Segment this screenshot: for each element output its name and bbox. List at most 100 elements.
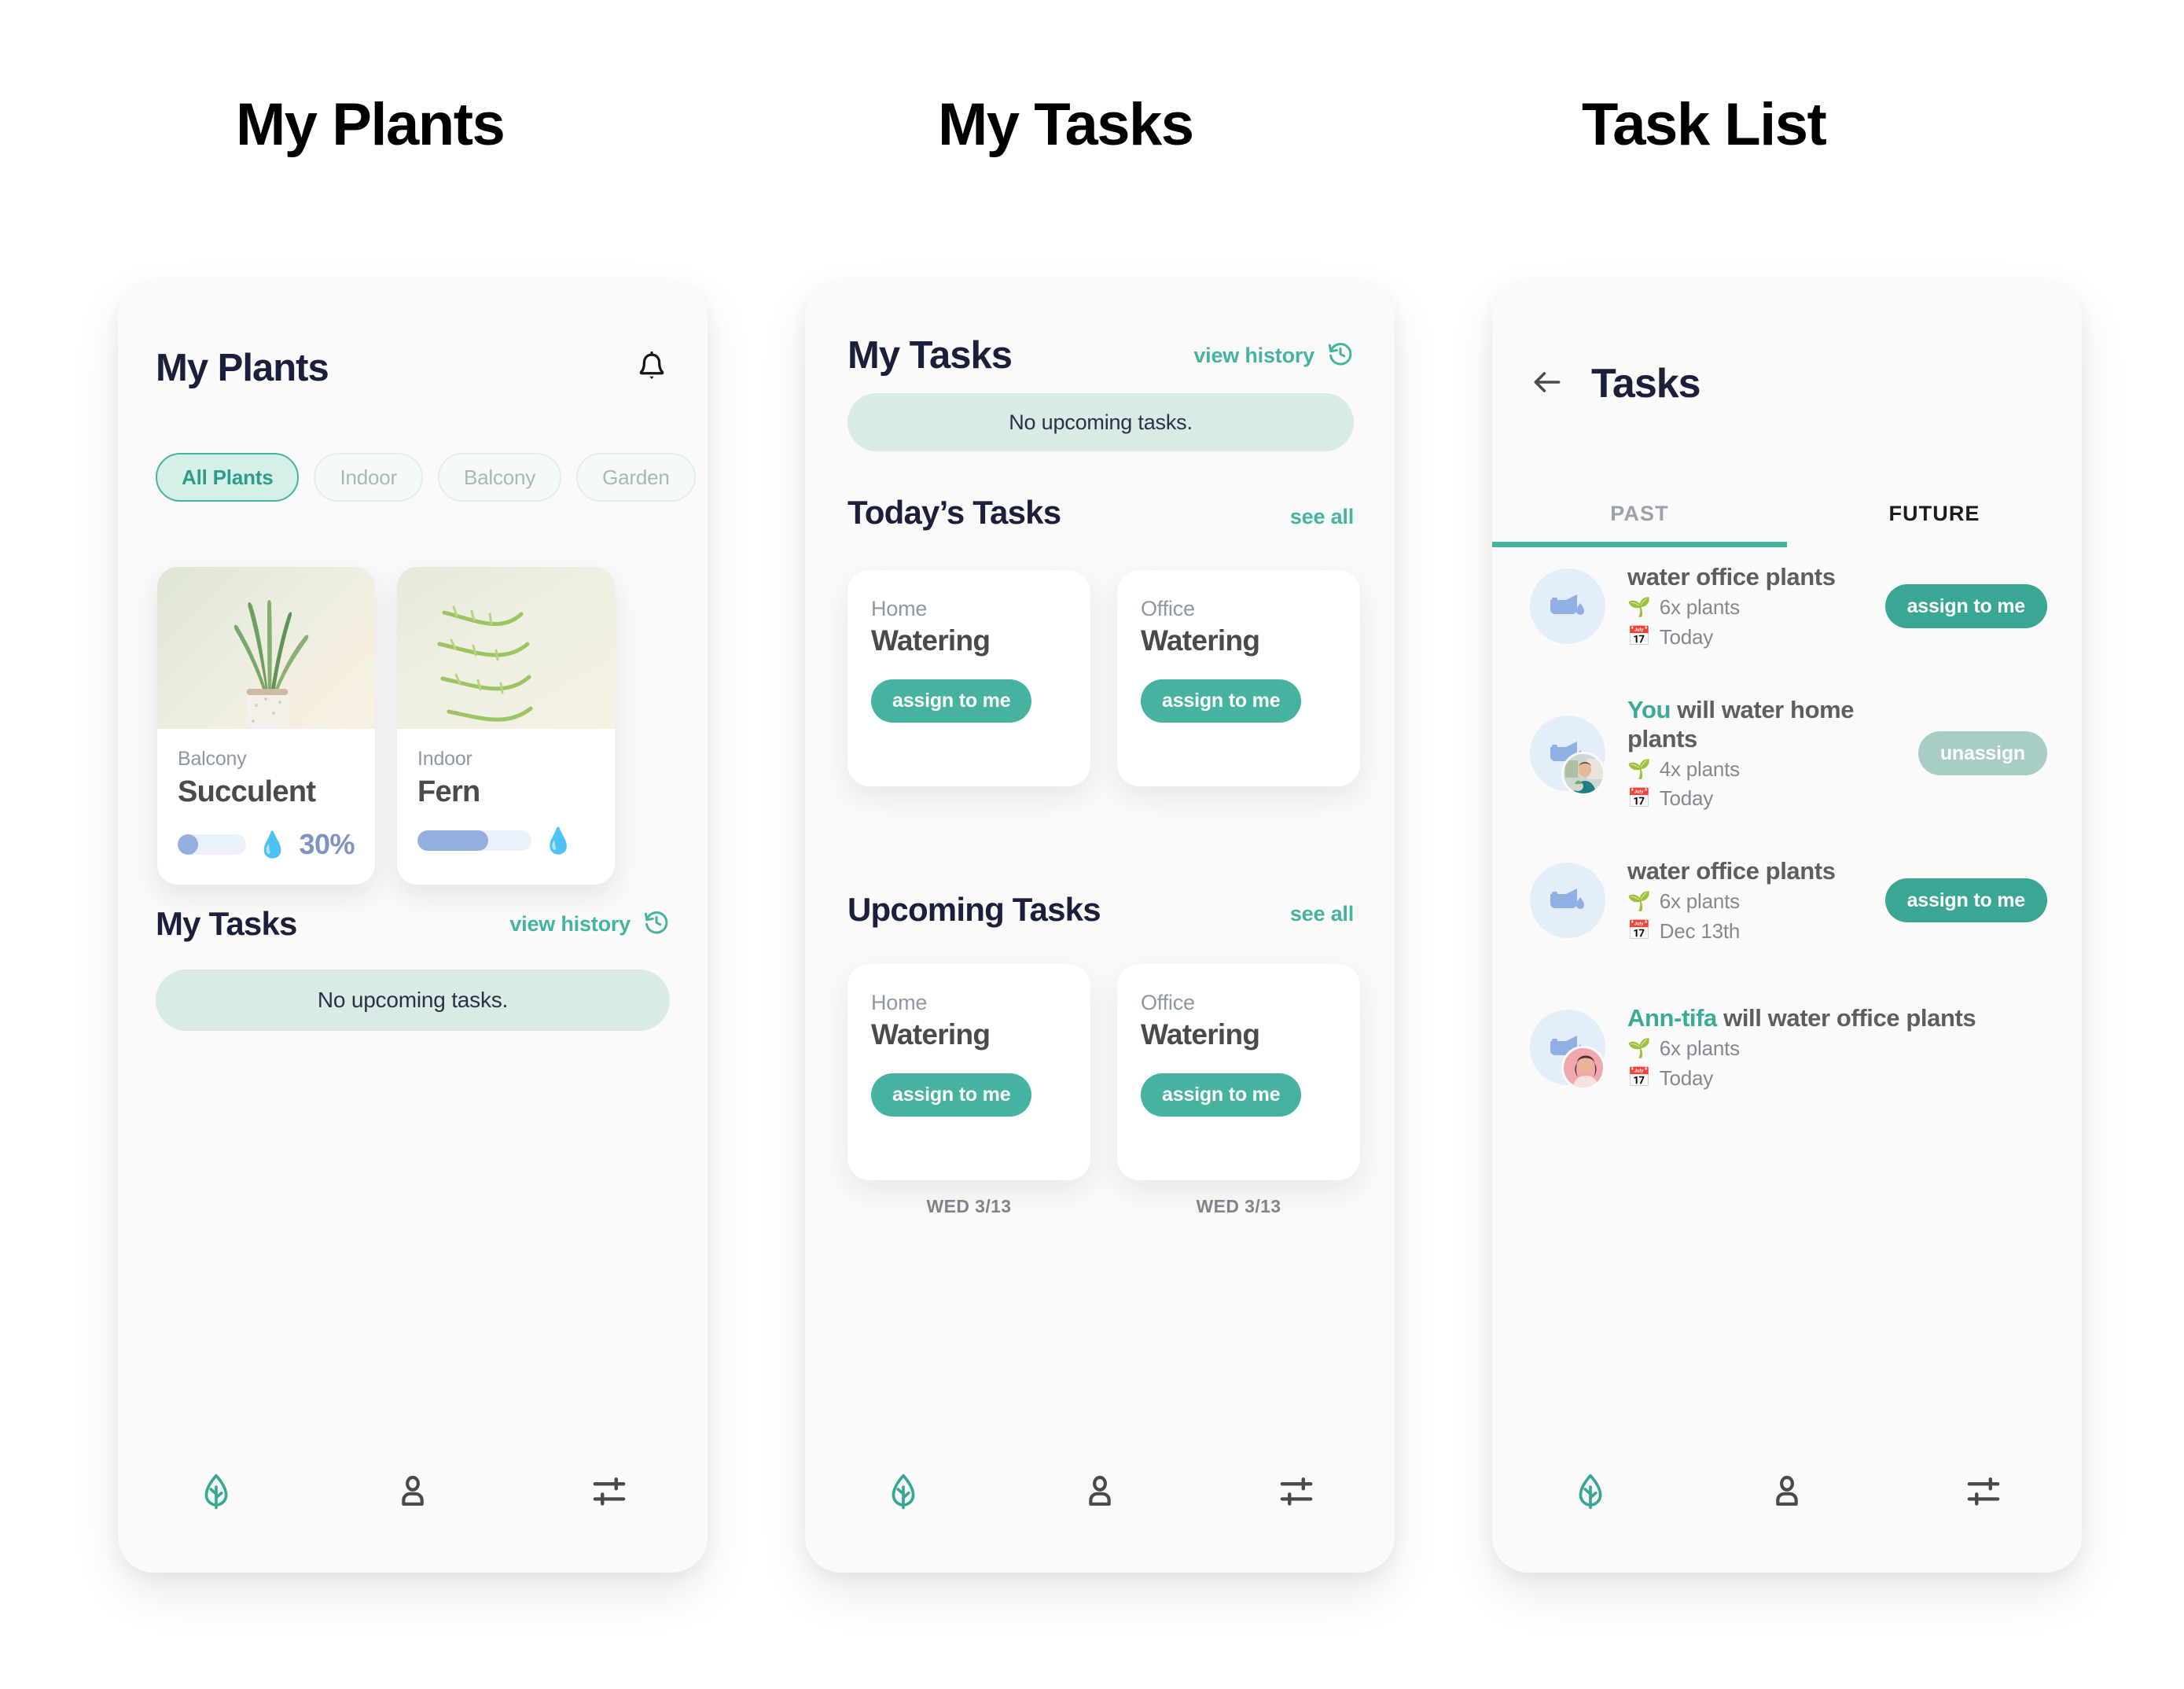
column-title-task-list: Task List <box>1582 91 1827 158</box>
nav-sliders-icon[interactable] <box>1269 1464 1324 1519</box>
plant-photo-fern <box>397 567 615 729</box>
nav-leaf-icon[interactable] <box>1563 1464 1618 1519</box>
plant-location: Indoor <box>417 748 472 770</box>
chip-indoor[interactable]: Indoor <box>314 453 424 502</box>
assign-to-me-button[interactable]: assign to me <box>1141 679 1302 723</box>
plant-count-label: 6x plants <box>1659 595 1740 620</box>
task-card[interactable]: Office Watering assign to me <box>1117 570 1360 786</box>
view-history-button[interactable]: view history <box>509 909 670 940</box>
chip-garden[interactable]: Garden <box>576 453 696 502</box>
page-title: My Tasks <box>847 334 1013 377</box>
nav-person-icon[interactable] <box>385 1464 440 1519</box>
task-date-label: Dec 13th <box>1659 918 1741 943</box>
task-date: WED 3/13 <box>926 1196 1012 1216</box>
assign-to-me-button[interactable]: assign to me <box>1141 1073 1302 1117</box>
seedling-icon: 🌱 <box>1627 758 1651 780</box>
table-row[interactable]: water office plants 🌱 6x plants 📅 Today … <box>1492 562 2082 649</box>
plants-header: My Plants <box>156 346 670 390</box>
bottom-navigation <box>805 1439 1395 1573</box>
task-card[interactable]: Office Watering assign to me <box>1117 964 1360 1180</box>
assign-to-me-button[interactable]: assign to me <box>871 1073 1032 1117</box>
bottom-navigation <box>1492 1439 2082 1573</box>
my-tasks-section-header: My Tasks view history <box>156 905 670 943</box>
task-text: water office plants <box>1627 857 1836 885</box>
seedling-icon: 🌱 <box>1627 890 1651 912</box>
bottom-navigation <box>118 1439 708 1573</box>
seedling-icon: 🌱 <box>1627 1037 1651 1059</box>
chip-balcony[interactable]: Balcony <box>438 453 562 502</box>
plant-moisture: 💧 <box>417 828 594 853</box>
task-title: Watering <box>1141 624 1260 657</box>
task-card[interactable]: Home Watering assign to me <box>847 964 1090 1180</box>
nav-sliders-icon[interactable] <box>1956 1464 2011 1519</box>
assignee-photo <box>1561 1046 1605 1090</box>
assign-to-me-button[interactable]: assign to me <box>1884 878 2047 922</box>
task-text: water office plants <box>1627 563 1836 591</box>
watering-can-icon <box>1530 863 1605 938</box>
history-icon <box>1327 340 1354 371</box>
task-date: WED 3/13 <box>1196 1196 1281 1216</box>
calendar-icon: 📅 <box>1627 626 1651 648</box>
bell-icon[interactable] <box>634 350 670 386</box>
see-all-today-button[interactable]: see all <box>1290 505 1354 529</box>
plant-name: Fern <box>417 775 480 808</box>
plant-count-label: 6x plants <box>1659 889 1740 914</box>
plant-card[interactable]: Balcony Succulent 💧 30% <box>157 567 375 885</box>
task-name: water office plants <box>1627 562 1885 591</box>
water-drop-icon: 💧 <box>256 830 289 859</box>
plant-name: Succulent <box>178 775 316 808</box>
nav-sliders-icon[interactable] <box>582 1464 637 1519</box>
task-date-row: 📅 Today <box>1627 1065 2047 1091</box>
nav-leaf-icon[interactable] <box>876 1464 931 1519</box>
moisture-progress-bar <box>417 830 531 851</box>
watering-can-icon <box>1530 569 1605 644</box>
phone-screen-my-tasks: My Tasks view history No upcoming tasks.… <box>805 282 1395 1573</box>
nav-person-icon[interactable] <box>1759 1464 1814 1519</box>
tab-future[interactable]: FUTURE <box>1787 480 2082 547</box>
plant-card-list: Balcony Succulent 💧 30% Indoor Fern 💧 <box>157 567 615 885</box>
task-location: Home <box>871 991 928 1014</box>
task-card[interactable]: Home Watering assign to me <box>847 570 1090 786</box>
task-name: Ann-tifa will water office plants <box>1627 1003 2047 1032</box>
avatar <box>1530 716 1605 796</box>
plant-photo-succulent <box>157 567 375 729</box>
upcoming-task-cards: Home Watering assign to me Office Wateri… <box>847 964 1360 1180</box>
nav-person-icon[interactable] <box>1072 1464 1127 1519</box>
poster-canvas: My Plants My Tasks Task List My Plants A… <box>0 0 2184 1689</box>
column-title-my-tasks: My Tasks <box>938 91 1194 158</box>
plant-moisture: 💧 30% <box>178 828 355 861</box>
task-title: Watering <box>871 624 991 657</box>
table-row[interactable]: You will water home plants 🌱 4x plants 📅… <box>1492 696 2082 810</box>
see-all-upcoming-button[interactable]: see all <box>1290 902 1354 926</box>
avatar <box>1530 569 1605 644</box>
table-row[interactable]: water office plants 🌱 6x plants 📅 Dec 13… <box>1492 857 2082 943</box>
task-tabs: PAST FUTURE <box>1492 480 2082 547</box>
plant-filter-chips: All Plants Indoor Balcony Garden <box>156 453 696 502</box>
arrow-left-icon[interactable] <box>1530 365 1564 403</box>
task-date-label: Today <box>1659 786 1714 811</box>
plant-count-label: 6x plants <box>1659 1036 1740 1061</box>
task-list-header: Tasks <box>1530 360 1701 407</box>
today-task-cards: Home Watering assign to me Office Wateri… <box>847 570 1360 786</box>
task-assignee: Ann-tifa <box>1627 1004 1717 1032</box>
task-text: will water office plants <box>1716 1004 1976 1032</box>
task-date-label: Today <box>1659 1065 1714 1090</box>
assign-to-me-button[interactable]: assign to me <box>871 679 1032 723</box>
chip-all-plants[interactable]: All Plants <box>156 453 300 502</box>
task-title: Watering <box>871 1018 991 1051</box>
table-row[interactable]: Ann-tifa will water office plants 🌱 6x p… <box>1492 1003 2082 1091</box>
task-title: Watering <box>1141 1018 1260 1051</box>
task-plant-count: 🌱 6x plants <box>1627 594 1885 620</box>
tab-past[interactable]: PAST <box>1492 480 1787 547</box>
assign-to-me-button[interactable]: assign to me <box>1884 584 2047 628</box>
unassign-button[interactable]: unassign <box>1917 731 2047 775</box>
task-assignee: You <box>1627 695 1671 723</box>
nav-leaf-icon[interactable] <box>189 1464 244 1519</box>
plant-card[interactable]: Indoor Fern 💧 <box>397 567 615 885</box>
task-date-label: Today <box>1659 624 1714 649</box>
calendar-icon: 📅 <box>1627 1067 1651 1089</box>
task-location: Office <box>1141 991 1195 1014</box>
task-plant-count: 🌱 4x plants <box>1627 756 1918 782</box>
assignee-photo <box>1561 752 1605 796</box>
view-history-button[interactable]: view history <box>1193 340 1354 371</box>
